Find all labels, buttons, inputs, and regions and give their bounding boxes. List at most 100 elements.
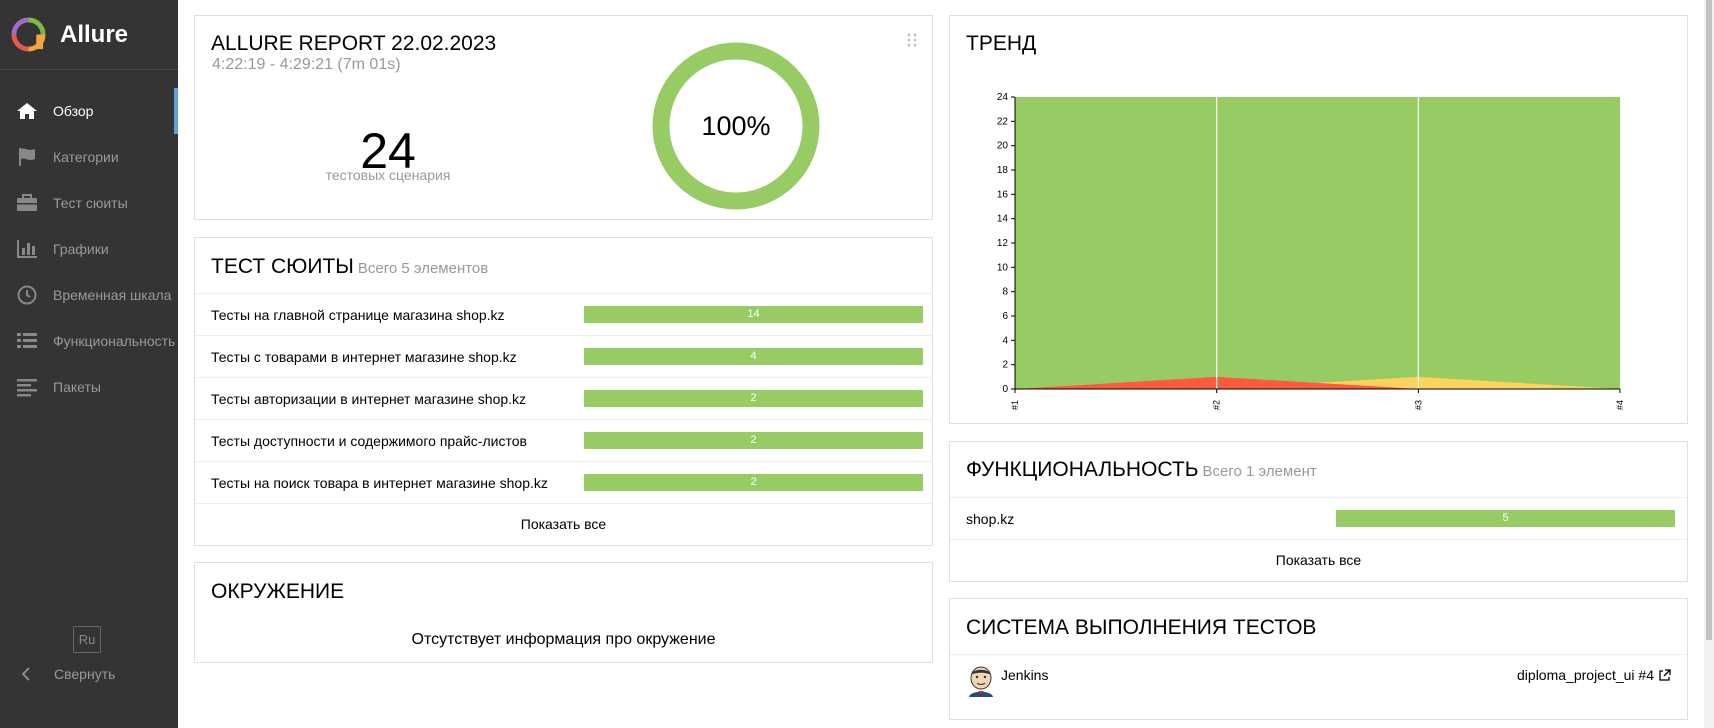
success-rate-donut: 100% <box>652 42 820 210</box>
executors-title: СИСТЕМА ВЫПОЛНЕНИЯ ТЕСТОВ <box>966 616 1317 639</box>
brand-name: Allure <box>60 20 129 48</box>
scrollbar-thumb[interactable] <box>1706 0 1712 640</box>
executors-widget: СИСТЕМА ВЫПОЛНЕНИЯ ТЕСТОВ Jenkins diplom… <box>949 598 1688 720</box>
suites-widget: ТЕСТ СЮИТЫ Всего 5 элементов Тесты на гла… <box>194 237 933 546</box>
suites-title: ТЕСТ СЮИТЫ Всего 5 элементов <box>211 255 488 279</box>
suite-row[interactable]: Тесты на поиск товара в интернет магазин… <box>195 462 932 504</box>
sidebar-item-suites[interactable]: Тест сюиты <box>0 180 178 226</box>
suite-name: Тесты с товарами в интернет магазине sho… <box>211 348 517 365</box>
executor-build-link[interactable]: diploma_project_ui #4 <box>1517 667 1671 683</box>
briefcase-icon <box>17 194 37 211</box>
features-list: shop.kz 5 Показать все <box>950 497 1687 568</box>
sidebar-item-overview[interactable]: Обзор <box>0 88 178 134</box>
sidebar-item-label: Функциональность <box>53 333 176 349</box>
trend-y-tick-label: 0 <box>1002 384 1008 395</box>
feature-status-bar: 5 <box>1336 510 1675 527</box>
suite-status-bar: 2 <box>584 390 923 407</box>
trend-chart: 024681012141618202224#1 #2 #3 #4 <box>997 92 1625 410</box>
trend-y-tick-label: 22 <box>997 116 1009 127</box>
environment-title: ОКРУЖЕНИЕ <box>211 580 345 603</box>
report-title: ALLURE REPORT 22.02.2023 <box>211 32 497 55</box>
suite-status-bar: 14 <box>584 306 923 323</box>
trend-y-tick-label: 16 <box>997 189 1009 200</box>
trend-y-tick-label: 2 <box>1002 360 1008 371</box>
jenkins-avatar-icon <box>969 666 993 697</box>
trend-y-tick-label: 12 <box>997 238 1009 249</box>
trend-y-tick-label: 8 <box>1002 287 1008 298</box>
clock-icon <box>17 285 37 305</box>
sidebar: Allure Обзор Категории Тест сюиты График… <box>0 0 178 728</box>
suites-title-text: ТЕСТ СЮИТЫ <box>211 255 354 278</box>
feature-row[interactable]: shop.kz 5 <box>950 498 1687 540</box>
bar-chart-icon <box>17 240 37 258</box>
executor-row: Jenkins diploma_project_ui #4 <box>950 654 1687 704</box>
trend-x-tick-label: #1 <box>1010 400 1020 410</box>
executor-name: Jenkins <box>1001 667 1049 683</box>
summary-widget: ALLURE REPORT 22.02.2023 4:22:19 - 4:29:… <box>194 15 933 220</box>
home-icon <box>17 103 37 119</box>
suite-row[interactable]: Тесты с товарами в интернет магазине sho… <box>195 336 932 378</box>
collapse-button[interactable]: Свернуть <box>20 666 115 682</box>
sidebar-item-label: Пакеты <box>53 379 101 395</box>
sidebar-item-timeline[interactable]: Временная шкала <box>0 272 178 318</box>
align-left-icon <box>17 379 37 397</box>
trend-y-tick-label: 18 <box>997 165 1009 176</box>
sidebar-item-label: Категории <box>53 149 119 165</box>
chevron-left-icon <box>21 667 30 681</box>
test-count-label: тестовых сценария <box>325 167 451 183</box>
collapse-label: Свернуть <box>54 666 116 682</box>
trend-x-tick-label: #2 <box>1212 400 1222 410</box>
features-title-text: ФУНКЦИОНАЛЬНОСТЬ <box>966 458 1199 481</box>
trend-widget: ТРЕНД 0 2 4 6 8 10 12 14 16 18 20 22 24 #1 #2 #3 #4 <box>949 15 1688 424</box>
report-time: 4:22:19 - 4:29:21 (7m 01s) <box>212 56 401 73</box>
suite-name: Тесты авторизации в интернет магазине sh… <box>211 390 527 407</box>
flag-icon <box>19 148 35 166</box>
sidebar-item-label: Графики <box>53 241 109 257</box>
sidebar-item-label: Временная шкала <box>53 287 172 303</box>
sidebar-item-graphs[interactable]: Графики <box>0 226 178 272</box>
suites-list: Тесты на главной странице магазина shop.… <box>195 293 932 532</box>
features-show-all-link[interactable]: Показать все <box>950 540 1687 568</box>
environment-empty-message: Отсутствует информация про окружение <box>411 631 716 648</box>
brand[interactable]: Allure <box>0 0 178 70</box>
sidebar-item-label: Тест сюиты <box>53 195 128 211</box>
suites-show-all-link[interactable]: Показать все <box>195 504 932 532</box>
sidebar-item-categories[interactable]: Категории <box>0 134 178 180</box>
trend-y-tick-label: 14 <box>997 214 1009 225</box>
suite-name: Тесты на главной странице магазина shop.… <box>211 306 505 323</box>
suite-row[interactable]: Тесты авторизации в интернет магазине sh… <box>195 378 932 420</box>
list-icon <box>17 333 37 348</box>
trend-x-tick-label: #3 <box>1413 400 1423 410</box>
suite-status-bar: 2 <box>584 432 923 449</box>
allure-logo-icon <box>11 17 46 52</box>
external-link-icon <box>1659 668 1671 681</box>
trend-title: ТРЕНД <box>966 32 1037 55</box>
features-widget: ФУНКЦИОНАЛЬНОСТЬ Всего 1 элемент shop.kz … <box>949 441 1688 582</box>
sidebar-nav: Обзор Категории Тест сюиты Графики Време… <box>0 88 178 410</box>
suite-status-bar: 2 <box>584 474 923 491</box>
drag-handle-icon[interactable] <box>907 33 917 47</box>
environment-widget: ОКРУЖЕНИЕ Отсутствует информация про окр… <box>194 562 933 663</box>
trend-y-tick-label: 6 <box>1002 311 1008 322</box>
sidebar-item-label: Обзор <box>53 103 94 119</box>
suite-row[interactable]: Тесты доступности и содержимого прайс-ли… <box>195 420 932 462</box>
feature-name: shop.kz <box>966 510 1015 527</box>
features-title: ФУНКЦИОНАЛЬНОСТЬ Всего 1 элемент <box>966 458 1317 482</box>
success-rate-value: 100% <box>701 111 770 141</box>
sidebar-item-behaviors[interactable]: Функциональность <box>0 318 178 364</box>
features-subtitle: Всего 1 элемент <box>1202 463 1317 480</box>
trend-y-tick-label: 10 <box>997 262 1009 273</box>
trend-y-tick-label: 24 <box>997 92 1009 103</box>
suites-subtitle: Всего 5 элементов <box>357 260 489 277</box>
trend-y-tick-label: 20 <box>997 141 1009 152</box>
trend-y-tick-label: 4 <box>1002 335 1008 346</box>
trend-area-passed <box>1015 97 1620 389</box>
trend-x-tick-label: #4 <box>1615 400 1625 410</box>
language-button[interactable]: Ru <box>73 626 101 653</box>
page-scrollbar[interactable] <box>1704 0 1714 728</box>
suite-name: Тесты доступности и содержимого прайс-ли… <box>211 432 527 449</box>
suite-status-bar: 4 <box>584 348 923 365</box>
suite-name: Тесты на поиск товара в интернет магазин… <box>211 474 548 491</box>
suite-row[interactable]: Тесты на главной странице магазина shop.… <box>195 294 932 336</box>
sidebar-item-packages[interactable]: Пакеты <box>0 364 178 410</box>
